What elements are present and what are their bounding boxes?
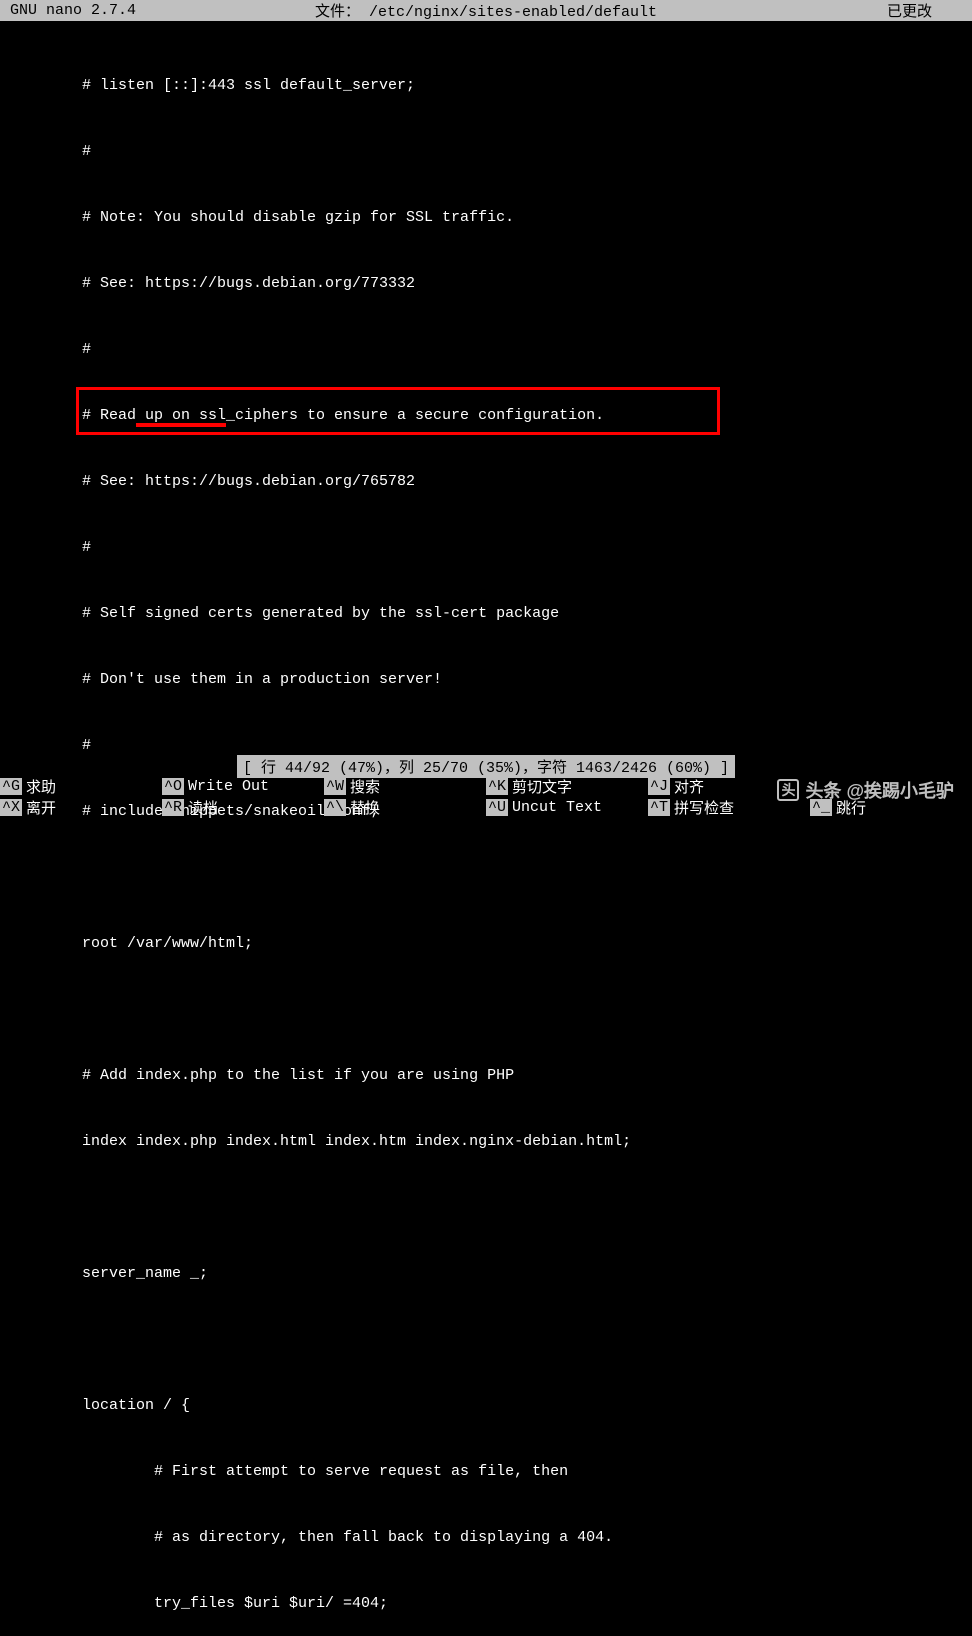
shortcut-key: ^T (648, 799, 670, 816)
code-line: # (0, 735, 972, 757)
shortcut-key: ^X (0, 799, 22, 816)
shortcut-key: ^R (162, 799, 184, 816)
code-line: # (0, 537, 972, 559)
shortcut-label: 对齐 (674, 776, 704, 797)
code-line: # Read up on ssl_ciphers to ensure a sec… (0, 405, 972, 427)
code-line (0, 1329, 972, 1351)
code-line: # listen [::]:443 ssl default_server; (0, 75, 972, 97)
watermark-icon: 头 (777, 779, 799, 801)
shortcut-label: 求助 (26, 776, 56, 797)
shortcut-cut[interactable]: ^K 剪切文字 (486, 776, 648, 797)
code-line (0, 867, 972, 889)
code-line: # Self signed certs generated by the ssl… (0, 603, 972, 625)
shortcut-label: 拼写检查 (674, 797, 734, 818)
shortcut-label: 读档 (188, 797, 218, 818)
code-line: # First attempt to serve request as file… (0, 1461, 972, 1483)
watermark-text: 头条 @挨踢小毛驴 (805, 777, 954, 803)
shortcut-key: ^\ (324, 799, 346, 816)
file-path: /etc/nginx/sites-enabled/default (369, 4, 657, 21)
shortcut-key: ^G (0, 778, 22, 795)
app-name: GNU nano 2.7.4 (10, 2, 136, 19)
code-line: # Add index.php to the list if you are u… (0, 1065, 972, 1087)
code-line: # (0, 339, 972, 361)
code-line: # as directory, then fall back to displa… (0, 1527, 972, 1549)
shortcut-key: ^W (324, 778, 346, 795)
code-line: location / { (0, 1395, 972, 1417)
code-line (0, 999, 972, 1021)
shortcut-label: 替换 (350, 797, 380, 818)
shortcut-label: Write Out (188, 778, 269, 795)
title-bar: GNU nano 2.7.4 文件： /etc/nginx/sites-enab… (0, 0, 972, 21)
shortcut-uncut[interactable]: ^U Uncut Text (486, 797, 648, 818)
code-line: # (0, 141, 972, 163)
shortcut-label: 搜索 (350, 776, 380, 797)
shortcut-writeout[interactable]: ^O Write Out (162, 776, 324, 797)
shortcut-key: ^O (162, 778, 184, 795)
code-line (0, 1197, 972, 1219)
status-text: [ 行 44/92 (47%)，列 25/70 (35%)，字符 1463/24… (237, 755, 735, 778)
code-line: index index.php index.html index.htm ind… (0, 1131, 972, 1153)
code-line: server_name _; (0, 1263, 972, 1285)
shortcut-key: ^K (486, 778, 508, 795)
shortcut-label: 离开 (26, 797, 56, 818)
shortcut-exit[interactable]: ^X 离开 (0, 797, 162, 818)
watermark: 头 头条 @挨踢小毛驴 (777, 777, 954, 803)
file-label: 文件： (315, 4, 360, 21)
status-bar: [ 行 44/92 (47%)，列 25/70 (35%)，字符 1463/24… (0, 755, 972, 776)
shortcut-read[interactable]: ^R 读档 (162, 797, 324, 818)
code-line: # See: https://bugs.debian.org/765782 (0, 471, 972, 493)
modified-status: 已更改 (887, 0, 932, 21)
code-line: # Note: You should disable gzip for SSL … (0, 207, 972, 229)
shortcut-key: ^J (648, 778, 670, 795)
code-line: root /var/www/html; (0, 933, 972, 955)
code-line: try_files $uri $uri/ =404; (0, 1593, 972, 1615)
shortcut-replace[interactable]: ^\ 替换 (324, 797, 486, 818)
code-line: # Don't use them in a production server! (0, 669, 972, 691)
shortcut-help[interactable]: ^G 求助 (0, 776, 162, 797)
shortcut-label: Uncut Text (512, 799, 602, 816)
shortcut-key: ^U (486, 799, 508, 816)
editor-content[interactable]: # listen [::]:443 ssl default_server; # … (0, 21, 972, 1636)
shortcut-search[interactable]: ^W 搜索 (324, 776, 486, 797)
code-line: # See: https://bugs.debian.org/773332 (0, 273, 972, 295)
shortcut-label: 剪切文字 (512, 776, 572, 797)
file-info: 文件： /etc/nginx/sites-enabled/default (315, 0, 657, 21)
